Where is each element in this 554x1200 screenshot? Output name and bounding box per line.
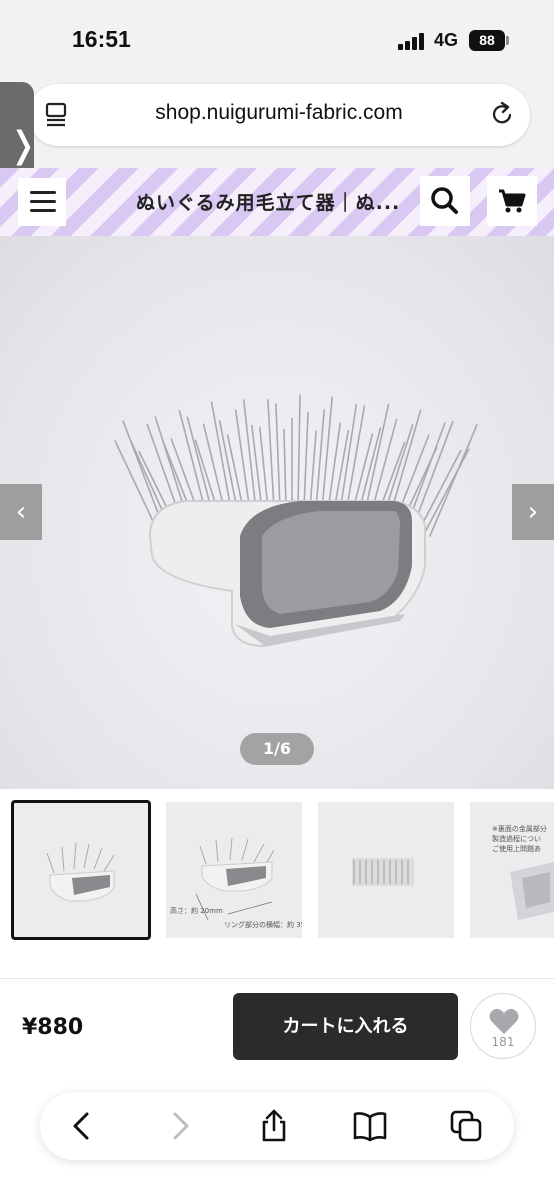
hamburger-icon[interactable]: [18, 178, 66, 226]
status-time: 16:51: [72, 26, 131, 52]
page-title: ぬいぐるみ用毛立て器｜ぬ...: [136, 192, 401, 214]
address-bar[interactable]: shop.nuigurumi-fabric.com: [28, 84, 530, 146]
cart-icon: [499, 189, 526, 213]
prev-image-button[interactable]: ‹: [0, 484, 42, 540]
address-bar-area: shop.nuigurumi-fabric.com: [0, 80, 554, 168]
reload-icon[interactable]: [488, 100, 516, 128]
product-photo: [114, 394, 478, 648]
battery-icon: 88: [469, 30, 505, 51]
site-header: ぬいぐるみ用毛立て器｜ぬ...: [0, 168, 554, 236]
thumbnail-note: 高さ：約 20mm: [170, 907, 223, 915]
cart-button[interactable]: [487, 176, 537, 226]
url-text: shop.nuigurumi-fabric.com: [155, 101, 403, 124]
thumbnail-1[interactable]: [11, 800, 151, 940]
back-icon[interactable]: [64, 1108, 100, 1144]
next-image-button[interactable]: ›: [512, 484, 554, 540]
bristle: [267, 399, 275, 510]
purchase-bar: ¥880 カートに入れる 181: [0, 978, 554, 1074]
forward-icon: [173, 1112, 189, 1140]
image-counter: 1/6: [240, 733, 314, 765]
bristle: [283, 428, 287, 509]
bristle: [417, 449, 462, 533]
product-image[interactable]: ‹ › 1/6: [0, 236, 554, 789]
share-icon[interactable]: [256, 1108, 292, 1144]
book-icon[interactable]: [352, 1108, 388, 1144]
browser-toolbar: [40, 1092, 514, 1160]
thumbnail-3[interactable]: [318, 802, 454, 938]
favorite-button[interactable]: 181: [470, 993, 536, 1059]
bristle: [242, 399, 257, 512]
bristle: [309, 430, 317, 510]
thumbnail-note: ※裏面の金属部分: [492, 825, 547, 833]
tabs-icon[interactable]: [448, 1108, 484, 1144]
thumbnail-note: ご使用上問題あ: [492, 845, 541, 853]
bristle: [327, 422, 342, 511]
thumbnail-photo: [352, 858, 414, 886]
favorite-count: 181: [491, 1035, 515, 1049]
thumbnail-2[interactable]: 高さ：約 20mm リング部分の横幅：約 35mm: [166, 802, 302, 938]
thumbnail-note: 製造過程につい: [492, 835, 541, 843]
thumbnail-photo: [510, 862, 554, 920]
bristle: [275, 403, 281, 510]
thumbnail-4[interactable]: ※裏面の金属部分 製造過程につい ご使用上問題あ: [470, 802, 554, 938]
thumbnail-note: リング部分の横幅：約 35mm: [224, 921, 302, 929]
bristle: [429, 424, 478, 537]
signal-icon: [398, 33, 426, 50]
bristle: [303, 411, 309, 509]
search-icon: [431, 187, 458, 214]
price: ¥880: [22, 1015, 84, 1040]
battery-cap: [506, 36, 509, 45]
chevron-right-icon: ❭: [8, 125, 39, 166]
bristle: [297, 394, 301, 509]
bristle: [234, 409, 251, 513]
network-type: 4G: [434, 30, 459, 50]
thumbnail-photo: [195, 837, 275, 921]
thumbnail-strip: 高さ：約 20mm リング部分の横幅：約 35mm ※裏面の金属部分 製造過程に…: [0, 800, 554, 942]
thumbnail-photo: [46, 842, 115, 902]
add-to-cart-button[interactable]: カートに入れる: [233, 993, 458, 1060]
status-bar: 16:51 4G 88: [0, 0, 554, 80]
search-button[interactable]: [420, 176, 470, 226]
